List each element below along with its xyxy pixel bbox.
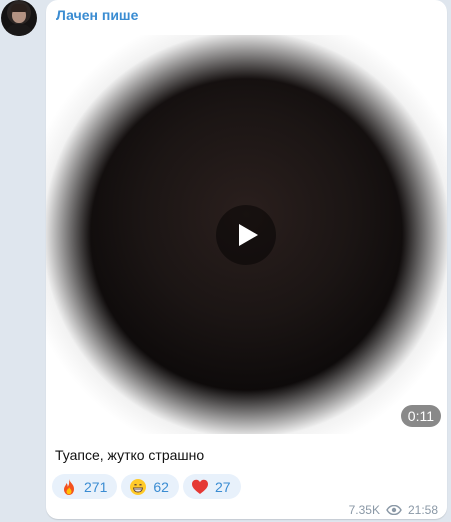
message-bubble: Лачен пише 0:11 Туапсе, жутко страшно 27… xyxy=(46,0,447,519)
message-meta: 7.35K 21:58 xyxy=(349,503,438,517)
avatar-figure-body xyxy=(5,24,33,36)
reaction-fire[interactable]: 271 xyxy=(52,474,118,499)
reaction-heart[interactable]: 27 xyxy=(182,474,241,499)
video-duration-badge: 0:11 xyxy=(400,405,441,427)
play-icon xyxy=(239,224,258,246)
view-count: 7.35K xyxy=(348,503,380,517)
video-message[interactable]: 0:11 xyxy=(46,35,447,434)
reaction-count: 62 xyxy=(153,478,169,495)
avatar-hair xyxy=(11,4,27,12)
reactions-bar: 271 62 27 xyxy=(52,474,241,499)
reaction-count: 27 xyxy=(214,478,231,495)
play-button[interactable] xyxy=(216,205,276,265)
message-time: 21:58 xyxy=(407,503,438,517)
sender-avatar[interactable] xyxy=(1,0,37,36)
reaction-count: 271 xyxy=(84,478,108,495)
fire-icon xyxy=(64,478,74,495)
grinning-face-icon xyxy=(130,478,147,495)
message-caption: Туапсе, жутко страшно xyxy=(55,447,205,463)
sender-name[interactable]: Лачен пише xyxy=(56,7,138,23)
reaction-grinning[interactable]: 62 xyxy=(121,474,179,499)
red-heart-icon xyxy=(191,479,208,494)
eye-icon xyxy=(386,505,402,515)
